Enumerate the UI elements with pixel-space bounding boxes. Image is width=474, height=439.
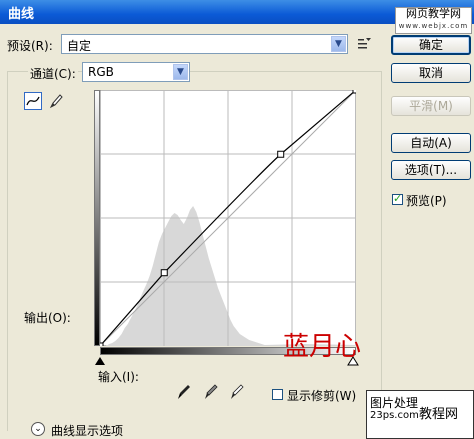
auto-button[interactable]: 自动(A) <box>391 133 471 153</box>
gray-eyedropper-icon[interactable] <box>203 383 219 401</box>
watermark-top: 网页教学网 www.webjx.com <box>395 7 472 34</box>
curve-graph[interactable] <box>100 90 356 346</box>
output-label: 输出(O): <box>24 311 71 325</box>
curve-tool-button[interactable] <box>24 92 42 110</box>
channel-value: RGB <box>88 65 114 79</box>
preview-checkbox[interactable] <box>392 192 403 205</box>
watermark-bottom: 图片处理 23ps.com 教程网 <box>366 390 474 439</box>
pencil-tool-button[interactable] <box>48 92 66 110</box>
curve-tool-icon <box>26 96 40 106</box>
watermark-top-line2: www.webjx.com <box>398 22 469 30</box>
curve-display-options-label[interactable]: 曲线显示选项 <box>51 422 123 439</box>
preset-label: 预设(R): <box>7 39 53 53</box>
chevron-down-icon: ▼ <box>331 36 346 52</box>
options-button[interactable]: 选项(T)... <box>391 160 471 180</box>
group-right-line <box>381 71 382 431</box>
cancel-button[interactable]: 取消 <box>391 63 471 83</box>
ok-button[interactable]: 确定 <box>391 35 471 55</box>
control-point-0[interactable] <box>100 342 104 346</box>
expand-chevron-icon[interactable]: ⌄ <box>31 422 45 436</box>
smooth-button[interactable]: 平滑(M) <box>391 96 471 116</box>
chevron-down-icon: ▼ <box>173 64 188 80</box>
show-clipping-checkbox[interactable] <box>272 389 283 400</box>
show-clipping-label: 显示修剪(W) <box>287 389 357 403</box>
preview-label: 预览(P) <box>406 194 447 208</box>
input-label: 输入(I): <box>98 370 139 384</box>
control-point-1[interactable] <box>160 269 168 277</box>
window-title: 曲线 <box>8 7 35 22</box>
black-eyedropper-icon[interactable] <box>176 383 192 401</box>
signature-text: 蓝月心 <box>283 332 362 362</box>
control-point-3[interactable] <box>352 90 356 94</box>
white-eyedropper-icon[interactable] <box>229 383 245 401</box>
watermark-bottom-line2: 23ps.com <box>370 410 419 421</box>
preset-value: 自定 <box>67 39 92 53</box>
watermark-bottom-line3: 教程网 <box>419 407 459 422</box>
channel-label: 通道(C): <box>28 65 78 82</box>
watermark-top-line1: 网页教学网 <box>406 7 461 20</box>
black-point-slider[interactable] <box>94 356 106 366</box>
control-point-2[interactable] <box>277 150 285 158</box>
channel-select[interactable]: RGB ▼ <box>82 62 190 82</box>
watermark-bottom-line1: 图片处理 <box>370 396 419 410</box>
pencil-icon <box>49 94 63 109</box>
group-left-line <box>7 71 8 431</box>
list-menu-icon-svg <box>358 38 371 49</box>
list-menu-icon[interactable] <box>357 36 373 52</box>
preset-select[interactable]: 自定 ▼ <box>61 34 348 54</box>
